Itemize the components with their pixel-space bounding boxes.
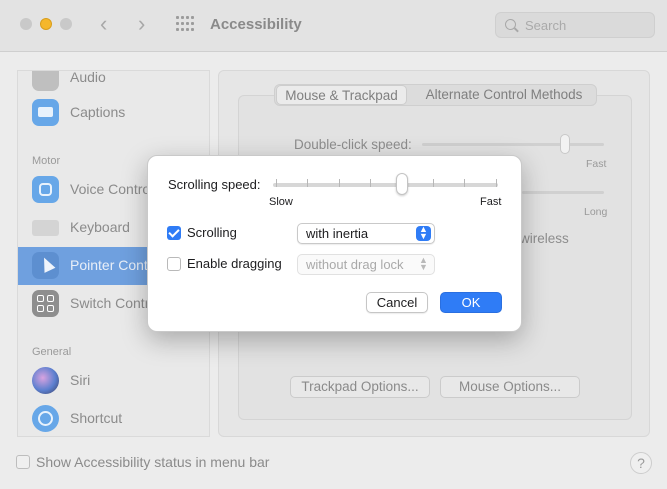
cancel-button[interactable]: Cancel: [366, 292, 428, 313]
forward-arrow-icon[interactable]: ›: [138, 12, 145, 36]
pointer-control-icon: [32, 252, 59, 279]
scrolling-checkbox[interactable]: [167, 226, 181, 240]
close-window-button[interactable]: [20, 18, 32, 30]
sidebar-item-label: Shortcut: [70, 410, 123, 426]
sidebar-item-label: Captions: [70, 104, 126, 120]
mouse-options-button[interactable]: Mouse Options...: [440, 376, 580, 398]
scrolling-mode-popup[interactable]: with inertia ▲ ▼: [297, 223, 435, 244]
minimize-window-button[interactable]: [40, 18, 52, 30]
drag-lock-popup[interactable]: without drag lock ▲ ▼: [297, 254, 435, 275]
sidebar-item-siri[interactable]: Siri: [18, 362, 209, 400]
drag-lock-value: without drag lock: [306, 257, 404, 272]
sidebar-item-captions[interactable]: Captions: [18, 94, 209, 132]
voice-control-icon: [32, 176, 59, 203]
search-input[interactable]: Search: [495, 12, 655, 38]
fast-label: Fast: [586, 158, 607, 170]
enable-dragging-checkbox[interactable]: [167, 257, 181, 271]
show-status-checkbox[interactable]: [16, 455, 30, 469]
search-placeholder: Search: [525, 18, 567, 33]
double-click-slider-knob[interactable]: [560, 134, 570, 154]
scrolling-speed-knob[interactable]: [396, 173, 408, 195]
slider-tick: [464, 179, 465, 187]
sidebar-item-audio[interactable]: Audio: [18, 70, 209, 97]
search-icon: [505, 19, 516, 30]
back-arrow-icon[interactable]: ‹: [100, 12, 107, 36]
slow-label: Slow: [269, 196, 293, 208]
siri-icon: [32, 367, 59, 394]
double-click-speed-slider[interactable]: [422, 143, 604, 146]
enable-dragging-label: Enable dragging: [187, 256, 282, 271]
keyboard-icon: [32, 220, 59, 236]
sidebar-item-label: Voice Control: [70, 181, 154, 197]
ok-button[interactable]: OK: [440, 292, 502, 313]
slider-tick: [339, 179, 340, 187]
window-title: Accessibility: [210, 16, 302, 33]
tab-alternate-control-methods[interactable]: Alternate Control Methods: [414, 85, 594, 105]
zoom-window-button[interactable]: [60, 18, 72, 30]
captions-icon: [32, 99, 59, 126]
scrolling-speed-label: Scrolling speed:: [168, 177, 261, 192]
popup-arrows-icon: ▲ ▼: [419, 255, 428, 272]
sidebar-item-label: Audio: [70, 70, 106, 85]
slider-tick: [433, 179, 434, 187]
scrolling-mode-value: with inertia: [306, 226, 369, 241]
tab-mouse-trackpad[interactable]: Mouse & Trackpad: [276, 85, 407, 105]
slider-tick: [307, 179, 308, 187]
sidebar-item-label: Keyboard: [70, 219, 130, 235]
fast-label: Fast: [480, 196, 502, 208]
show-all-grid-icon[interactable]: [176, 16, 195, 33]
title-bar: ‹ › Accessibility Search: [0, 0, 667, 52]
show-status-label: Show Accessibility status in menu bar: [36, 454, 270, 470]
long-label: Long: [584, 206, 608, 218]
sidebar-item-shortcut[interactable]: Shortcut: [18, 400, 209, 436]
help-button[interactable]: ?: [630, 452, 652, 474]
double-click-speed-label: Double-click speed:: [294, 137, 412, 152]
shortcut-icon: [32, 405, 59, 432]
slider-tick: [370, 179, 371, 187]
sidebar-item-label: Siri: [70, 372, 91, 388]
switch-control-icon: [32, 290, 59, 317]
popup-arrows-icon: ▲ ▼: [416, 225, 431, 241]
section-heading-motor: Motor: [32, 155, 61, 167]
wireless-text: wireless: [520, 231, 569, 246]
slider-tick: [496, 179, 497, 187]
audio-icon: [32, 71, 59, 91]
trackpad-options-button[interactable]: Trackpad Options...: [290, 376, 430, 398]
scrolling-label: Scrolling: [187, 225, 237, 240]
spring-loading-slider[interactable]: [522, 191, 604, 194]
slider-tick: [276, 179, 277, 187]
section-heading-general: General: [32, 346, 72, 358]
